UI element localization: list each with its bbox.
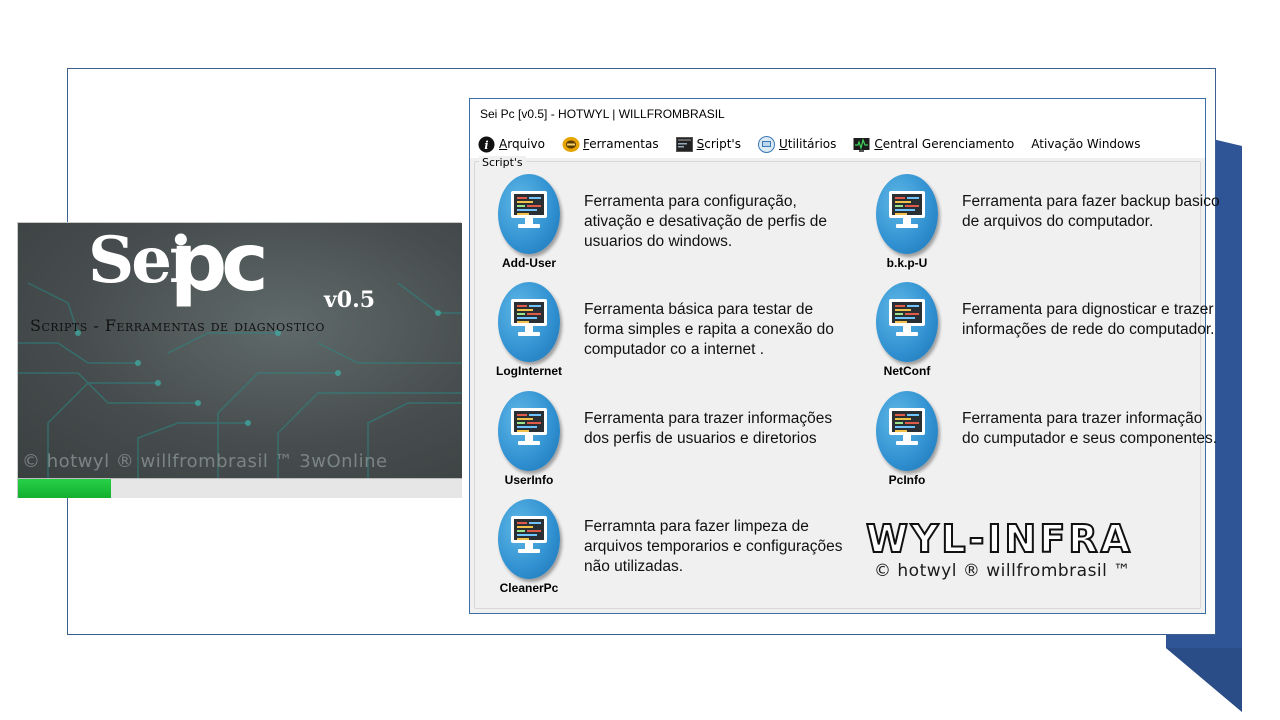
info-icon: i	[478, 136, 495, 153]
tool-name[interactable]: CleanerPc	[470, 581, 588, 595]
splash-version: v0.5	[324, 287, 376, 313]
tool-name[interactable]: UserInfo	[470, 473, 588, 487]
script-monitor-icon[interactable]	[876, 391, 938, 471]
scripts-group-label: Script's	[479, 156, 526, 169]
tool-name[interactable]: LogInternet	[470, 364, 588, 378]
utility-icon	[757, 135, 775, 153]
menu-arquivo[interactable]: i Arquivo	[478, 136, 545, 153]
tool-b-k-p-u: b.k.p-U Ferramenta para fazer backup basi…	[848, 174, 1220, 278]
menu-scripts[interactable]: Script's	[675, 136, 741, 153]
tool-name[interactable]: NetConf	[848, 364, 966, 378]
script-monitor-icon[interactable]	[498, 499, 560, 579]
script-monitor-icon[interactable]	[498, 391, 560, 471]
tool-description: Ferramenta para trazer informação do cum…	[962, 410, 1218, 447]
script-monitor-icon[interactable]	[876, 282, 938, 362]
menu-ativacao-windows-label: Ativação Windows	[1031, 137, 1141, 151]
menubar: i Arquivo Ferramentas Script's Utilitári…	[470, 130, 1205, 158]
splash-artwork: Sei pc v0.5 Scripts - Ferramentas de dia…	[18, 223, 462, 478]
tool-description: Ferramenta para trazer informações dos p…	[584, 410, 833, 447]
menu-ferramentas-label: Ferramentas	[582, 137, 659, 151]
tool-cleanerpc: CleanerPc Ferramnta para fazer limpeza de…	[470, 499, 842, 603]
splash-logo-pc: pc	[170, 223, 269, 309]
menu-ativacao-windows[interactable]: Ativação Windows	[1031, 137, 1140, 151]
window-titlebar: Sei Pc [v0.5] - HOTWYL | WILLFROMBRASIL	[470, 99, 1205, 130]
tools-icon	[562, 136, 580, 153]
brand-block: WYL-INFRA © hotwyl ® willfrombrasil ™	[865, 516, 1180, 581]
tool-loginternet: LogInternet Ferramenta básica para testar…	[470, 282, 834, 386]
splash-screen: Sei pc v0.5 Scripts - Ferramentas de dia…	[17, 222, 462, 498]
progress-fill	[18, 479, 112, 498]
script-monitor-icon[interactable]	[498, 282, 560, 362]
brand-logo-text: WYL-INFRA	[865, 516, 1133, 562]
tool-description: Ferramenta para configuração, ativação e…	[584, 193, 827, 250]
script-monitor-icon[interactable]	[876, 174, 938, 254]
menu-utilitarios-label: Utilitários	[778, 137, 837, 151]
splash-copyright: © hotwyl ® willfrombrasil ™ 3wOnline	[22, 451, 388, 472]
brand-copyright: © hotwyl ® willfrombrasil ™	[874, 561, 1131, 581]
monitor-icon	[853, 136, 870, 153]
tool-userinfo: UserInfo Ferramenta para trazer informaçõ…	[470, 391, 832, 495]
tool-description: Ferramenta para fazer backup basico de a…	[962, 193, 1220, 230]
tool-name[interactable]: PcInfo	[848, 473, 966, 487]
menu-central-gerenciamento[interactable]: Central Gerenciamento	[853, 136, 1014, 153]
menu-ferramentas[interactable]: Ferramentas	[562, 136, 659, 153]
svg-text:i: i	[484, 139, 488, 152]
tool-description: Ferramenta para dignosticar e trazer inf…	[962, 301, 1215, 338]
menu-scripts-label: Script's	[696, 137, 741, 151]
menu-central-gerenciamento-label: Central Gerenciamento	[874, 137, 1015, 151]
tool-add-user: Add-User Ferramenta para configuração, at…	[470, 174, 830, 278]
menu-arquivo-label: Arquivo	[499, 137, 545, 151]
terminal-icon	[675, 136, 693, 153]
tool-description: Ferramenta básica para testar de forma s…	[584, 301, 834, 358]
loading-progress-bar	[18, 478, 462, 498]
menu-utilitarios[interactable]: Utilitários	[757, 135, 837, 153]
splash-subtitle: Scripts - Ferramentas de diagnostico	[30, 316, 325, 335]
tool-netconf: NetConf Ferramenta para dignosticar e tra…	[848, 282, 1214, 386]
tool-description: Ferramnta para fazer limpeza de arquivos…	[584, 518, 843, 575]
tool-name[interactable]: Add-User	[470, 256, 588, 270]
tool-pcinfo: PcInfo Ferramenta para trazer informação …	[848, 391, 1217, 495]
script-monitor-icon[interactable]	[498, 174, 560, 254]
tool-name[interactable]: b.k.p-U	[848, 256, 966, 270]
app-window: Sei Pc [v0.5] - HOTWYL | WILLFROMBRASIL …	[469, 98, 1220, 614]
slide: Sei pc v0.5 Scripts - Ferramentas de dia…	[0, 0, 1280, 720]
